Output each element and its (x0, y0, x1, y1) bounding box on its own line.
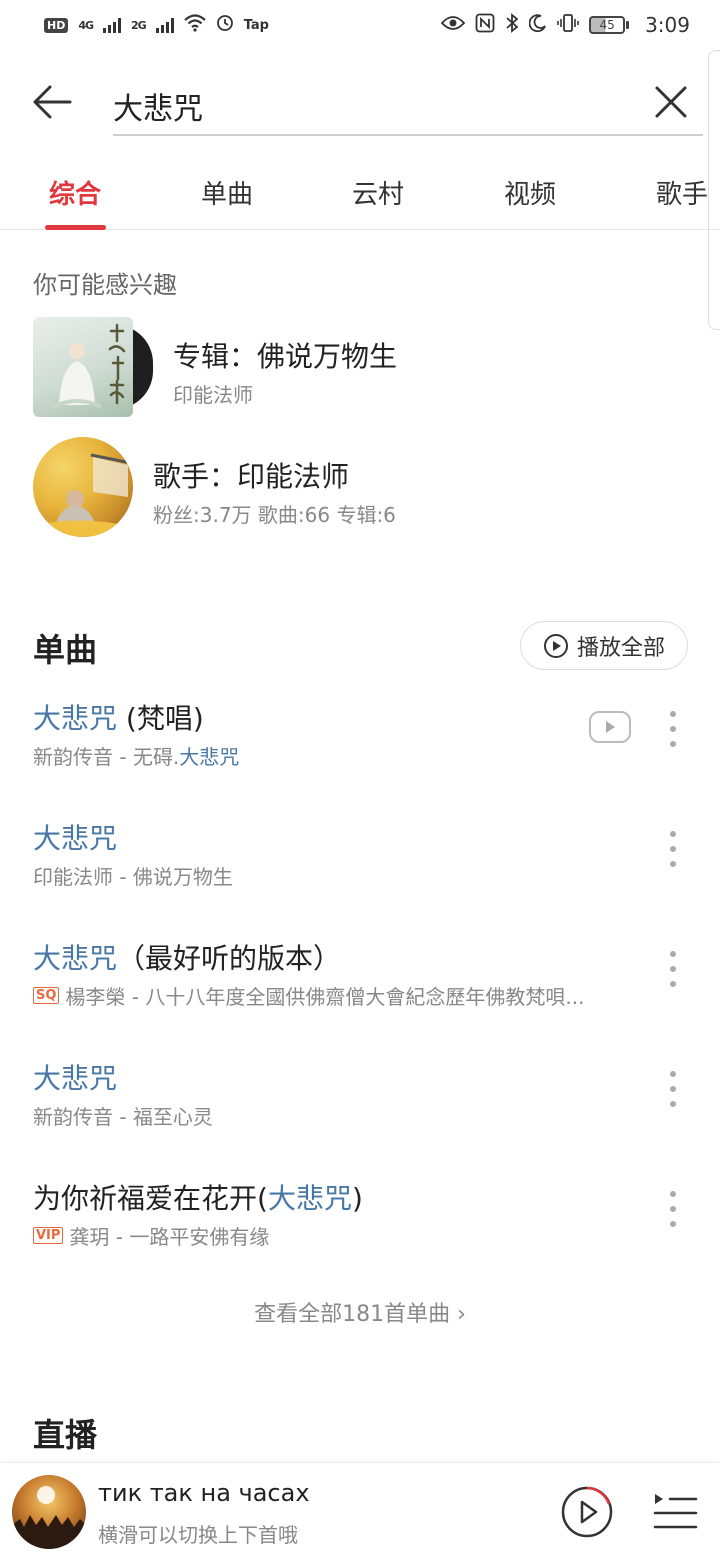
interest-label: 你可能感兴趣 (33, 271, 177, 299)
back-button[interactable] (30, 80, 80, 124)
now-playing-title: тик так на часах (98, 1479, 310, 1507)
now-playing-hint: 横滑可以切换上下首哦 (98, 1523, 298, 1547)
song-artist-album: 印能法师 - 佛说万物生 (33, 865, 233, 889)
song-title-highlight: 大悲咒 (267, 1182, 352, 1215)
play-all-button[interactable]: 播放全部 (520, 621, 688, 670)
hd-badge: HD (44, 17, 69, 33)
signal-icon (103, 17, 122, 33)
song-title: 大悲咒 (33, 1057, 117, 1097)
bluetooth-icon (505, 13, 519, 37)
song-title: 为你祈福爱在花开(大悲咒) (33, 1177, 363, 1217)
tab-comprehensive[interactable]: 综合 (49, 174, 101, 211)
live-heading: 直播 (33, 1416, 98, 1454)
tab-artists[interactable]: 歌手 (656, 174, 708, 211)
album-calligraphy (108, 323, 126, 405)
album-cover (33, 317, 133, 417)
songs-heading: 单曲 (33, 631, 98, 669)
song-artist-album: 新韵传音 - 无碍. (33, 745, 180, 769)
clock: 3:09 (645, 13, 690, 37)
album-suggestion[interactable]: 专辑：佛说万物生 印能法师 (33, 317, 693, 417)
view-all-songs-link[interactable]: 查看全部181首单曲 › (0, 1296, 720, 1328)
sq-badge: SQ (33, 987, 60, 1004)
monk-avatar-icon (33, 453, 133, 537)
status-right: 45 3:09 (440, 13, 690, 37)
album-artist: 印能法师 (173, 383, 253, 407)
search-header: 大悲咒 (0, 60, 720, 144)
wifi-icon (183, 14, 206, 36)
now-playing-cover (12, 1475, 86, 1549)
song-row[interactable]: 大悲咒 印能法师 - 佛说万物生 (33, 817, 693, 917)
concert-crowd-icon (12, 1486, 86, 1549)
song-subtitle: 印能法师 - 佛说万物生 (33, 861, 233, 890)
more-options-button[interactable] (663, 1071, 683, 1107)
arrow-left-icon (33, 85, 72, 119)
video-play-icon (606, 721, 615, 733)
song-artist-album: 楊李榮 - 八十八年度全國供佛齋僧大會紀念歷年佛教梵唄... (65, 985, 585, 1009)
song-title-rest: ) (351, 1182, 363, 1215)
play-pause-button[interactable] (560, 1485, 614, 1539)
song-title: 大悲咒（最好听的版本） (33, 937, 341, 977)
close-icon (655, 86, 687, 118)
search-input[interactable]: 大悲咒 (113, 78, 703, 136)
nfc-icon (475, 13, 495, 37)
song-subtitle: SQ 楊李榮 - 八十八年度全國供佛齋僧大會紀念歷年佛教梵唄... (33, 981, 584, 1010)
song-title-prefix: 为你祈福爱在花开( (33, 1182, 268, 1215)
moon-icon (528, 14, 547, 36)
status-left: HD 4G 2G Tap (44, 14, 269, 36)
song-title-rest: （最好听的版本） (117, 942, 342, 975)
more-options-button[interactable] (663, 951, 683, 987)
play-circle-icon (543, 633, 568, 658)
play-icon (561, 1486, 613, 1538)
tab-cloud-village[interactable]: 云村 (352, 174, 404, 211)
song-title-highlight: 大悲咒 (33, 942, 118, 975)
more-options-button[interactable] (663, 1191, 683, 1227)
clear-search-button[interactable] (653, 84, 693, 124)
song-subtitle: 新韵传音 - 福至心灵 (33, 1101, 213, 1130)
song-title-highlight: 大悲咒 (33, 702, 118, 735)
tab-bar: 综合 单曲 云村 视频 歌手 (0, 160, 720, 230)
song-row[interactable]: 大悲咒 新韵传音 - 福至心灵 (33, 1057, 693, 1157)
mv-button[interactable] (589, 711, 631, 743)
artist-avatar (33, 437, 133, 537)
song-row[interactable]: 大悲咒（最好听的版本） SQ 楊李榮 - 八十八年度全國供佛齋僧大會紀念歷年佛教梵… (33, 937, 693, 1037)
song-row[interactable]: 大悲咒 (梵唱) 新韵传音 - 无碍. 大悲咒 (33, 697, 693, 797)
song-title: 大悲咒 (33, 817, 117, 857)
tab-songs[interactable]: 单曲 (201, 174, 253, 211)
album-title: 专辑：佛说万物生 (173, 340, 398, 373)
tap-label: Tap (243, 17, 269, 33)
signal-label-1: 4G (78, 18, 94, 32)
alarm-icon (216, 14, 234, 36)
song-title-highlight: 大悲咒 (33, 822, 118, 855)
song-artist-album: 龚玥 - 一路平安佛有缘 (69, 1225, 270, 1249)
vibrate-icon (557, 13, 579, 37)
mini-player[interactable]: тик так на часах 横滑可以切换上下首哦 (0, 1462, 720, 1560)
tab-indicator (45, 225, 106, 230)
artist-stats: 粉丝:3.7万 歌曲:66 专辑:6 (153, 503, 396, 527)
more-options-button[interactable] (663, 711, 683, 747)
song-title-highlight: 大悲咒 (33, 1062, 118, 1095)
monk-figure-icon (53, 343, 101, 409)
playlist-button[interactable] (652, 1491, 698, 1531)
eye-icon (440, 15, 466, 35)
search-query: 大悲咒 (113, 92, 203, 127)
signal-label-2: 2G (131, 18, 147, 32)
song-sub-highlight: 大悲咒 (179, 745, 240, 769)
song-subtitle: VIP 龚玥 - 一路平安佛有缘 (33, 1221, 269, 1250)
more-options-button[interactable] (663, 831, 683, 867)
artist-title: 歌手：印能法师 (153, 460, 350, 493)
song-title: 大悲咒 (梵唱) (33, 697, 204, 737)
play-all-label: 播放全部 (576, 635, 665, 661)
playlist-icon (653, 1494, 698, 1529)
status-bar: HD 4G 2G Tap 45 3:09 (0, 0, 720, 50)
song-artist-album: 新韵传音 - 福至心灵 (33, 1105, 213, 1129)
song-subtitle: 新韵传音 - 无碍. 大悲咒 (33, 741, 239, 770)
artist-suggestion[interactable]: 歌手：印能法师 粉丝:3.7万 歌曲:66 专辑:6 (33, 437, 693, 537)
song-title-rest: (梵唱) (117, 702, 204, 735)
signal-icon-2 (155, 17, 174, 33)
battery-icon: 45 (589, 16, 630, 34)
tab-videos[interactable]: 视频 (504, 174, 556, 211)
song-row[interactable]: 为你祈福爱在花开(大悲咒) VIP 龚玥 - 一路平安佛有缘 (33, 1177, 693, 1277)
vip-badge: VIP (33, 1227, 64, 1244)
battery-level: 45 (589, 16, 626, 34)
